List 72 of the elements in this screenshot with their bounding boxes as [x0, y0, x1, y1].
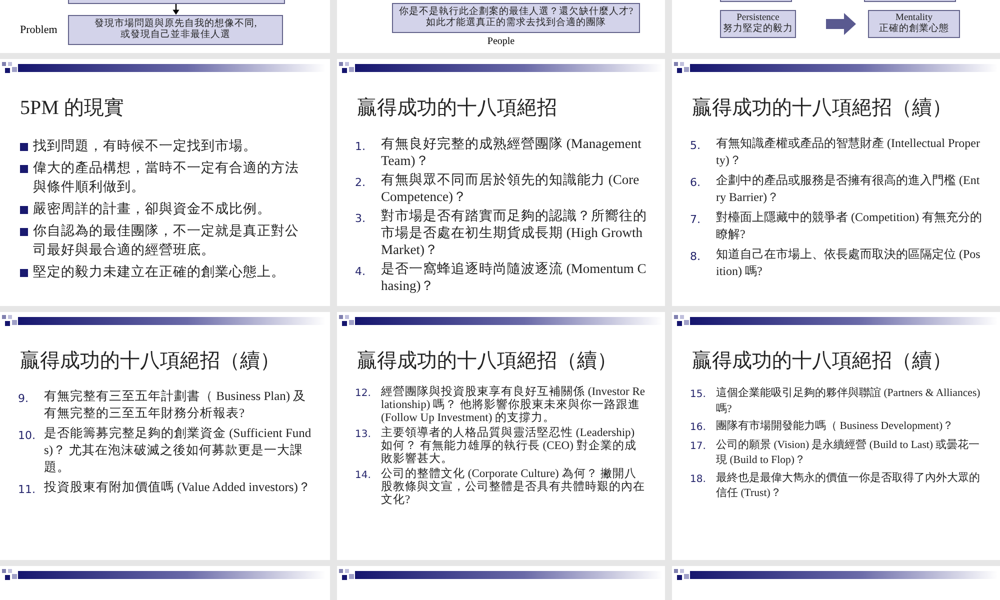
item-text: 這個企業能吸引足夠的夥伴與聯誼 (Partners & Alliances) 嗎? [716, 386, 982, 416]
down-arrow-icon [171, 4, 181, 15]
item-text: 對檯面上隱藏中的競爭者 (Competition) 有無充分的瞭解? [716, 209, 982, 243]
item-number: 4. [355, 264, 366, 280]
item-number: 11. [18, 482, 36, 498]
item-number: 15. [690, 388, 707, 402]
item-number: 14. [355, 469, 372, 482]
item-number: 8. [690, 249, 702, 265]
slide-thumbnail[interactable]: Persistence 努力堅定的毅力 Mentality 正確的創業心態 [672, 0, 1000, 53]
item-number: 7. [690, 212, 702, 228]
item-text: 主要領導者的人格品質與靈活堅忍性 (Leadership) 如何？ 有無能力雄厚的執行長 (CEO) 對企業的成敗影響甚大。 [381, 427, 638, 466]
slide-thumbnail[interactable] [337, 312, 665, 560]
diagram-label: Problem [19, 24, 58, 36]
slide-thumbnail[interactable]: 贏得成功的十八項絕招 1. 有無良好完整的成熟經營團隊 (Management Team)？ 2. 有無與眾不同而居於領先的知識能力 (Core Competence)？ 3. 對市場是否有踏實而足夠的認識？所嚮往的市場是否處在初生期貨成長期 (High Growth Market)？ 4. 是否一窩蜂追逐時尚隨波逐流 (Momentum Chasing)？ [337, 59, 665, 306]
slide-title: 贏得成功的十八項絕招（續） [692, 349, 952, 374]
slide-thumbnail[interactable] [0, 566, 330, 600]
right-arrow-icon [826, 13, 856, 35]
bullet-icon [20, 143, 28, 151]
slide-thumbnail[interactable] [672, 312, 1000, 560]
slide-title: 5PM 的現實 [20, 96, 124, 121]
bullet-icon [20, 206, 28, 214]
bullet-text: 偉大的產品構想，當時不一定有合適的方法與條件順利做到。 [33, 159, 300, 197]
diagram-box: Persistence 努力堅定的毅力 [720, 10, 796, 38]
bullet-text: 堅定的毅力未建立在正確的創業心態上。 [33, 263, 285, 282]
diagram-box: 你是不是執行此企劃案的最佳人選？還欠缺什麼人才? 如此才能選真正的需求去找到合適的團隊 [392, 3, 640, 33]
slide-thumbnail[interactable]: Problem 發現市場問題與原先自我的想像不同, 或發現自己並非最佳人選 [0, 0, 330, 53]
item-number: 10. [18, 428, 36, 444]
item-text: 是否一窩蜂追逐時尚隨波逐流 (Momentum Chasing)？ [381, 260, 647, 294]
slide-title: 贏得成功的十八項絕招（續） [692, 96, 952, 121]
item-number: 16. [690, 421, 707, 435]
item-text: 企劃中的產品或服務是否擁有很高的進入門檻 (Entry Barrier)？ [716, 172, 981, 206]
item-number: 5. [690, 138, 702, 154]
diagram-label: People [487, 36, 515, 47]
slide-thumbnail[interactable] [672, 566, 1000, 600]
bullet-text: 找到問題，有時候不一定找到市場。 [33, 137, 257, 156]
item-text: 有無完整有三至五年計劃書（ Business Plan) 及有無完整的三至五年財務分析報表? [44, 388, 308, 422]
item-text: 投資股東有附加價值嗎 (Value Added investors)？ [44, 479, 311, 496]
item-text: 公司的整體文化 (Corporate Culture) 為何？ 撇開八股教條與文宣，公司整體是否具有共體時艱的內在文化? [381, 468, 646, 507]
item-text: 團隊有市場開發能力嗎（ Business Development)？ [716, 419, 954, 434]
slide-thumbnail[interactable] [337, 566, 665, 600]
item-number: 12. [355, 387, 372, 400]
item-text: 知道自己在市場上、依長處而取決的區隔定位 (Position) 嗎? [716, 246, 982, 280]
item-number: 1. [355, 139, 366, 155]
item-text: 公司的願景 (Vision) 是永續經營 (Build to Last) 或曇花一現 (Build to Flop)？ [716, 438, 981, 468]
slide-thumbnail[interactable]: 贏得成功的十八項絕招（續） 9. 有無完整有三至五年計劃書（ Business Plan) 及有無完整的三至五年財務分析報表? 10. 是否能籌募完整足夠的創業資金 (Sufficient Funds)？ 尤其在泡沫破滅之後如何募款更是一大課題。 11. 投資股東有附加價值嗎 (Value Added investors)？ [0, 312, 330, 560]
item-text: 最終也是最偉大雋永的價值一你是否取得了內外大眾的信任 (Trust)？ [716, 470, 981, 501]
item-number: 3. [355, 211, 366, 227]
slide-title: 贏得成功的十八項絕招（續） [20, 349, 280, 374]
item-text: 有無良好完整的成熟經營團隊 (Management Team)？ [381, 135, 642, 169]
slide-thumbnail[interactable]: 你是不是執行此企劃案的最佳人選？還欠缺什麼人才? 如此才能選真正的需求去找到合適的團隊 People [337, 0, 665, 53]
item-text: 有無知識產權或產品的智慧財產 (Intellectual Property)？ [716, 135, 981, 169]
item-number: 13. [355, 428, 372, 441]
bullet-icon [20, 269, 28, 277]
item-text: 是否能籌募完整足夠的創業資金 (Sufficient Funds)？ 尤其在泡沫破滅之後如何募款更是一大課題。 [44, 425, 312, 476]
bullet-icon [20, 228, 28, 236]
slide-thumbnail[interactable]: 贏得成功的十八項絕招（續） 5. 有無知識產權或產品的智慧財產 (Intellectual Property)？ 6. 企劃中的產品或服務是否擁有很高的進入門檻 (Entry Barrier)？ 7. 對檯面上隱藏中的競爭者 (Competition) 有無充分的瞭解? 8. 知道自己在市場上、依長處而取決的區隔定位 (Position) 嗎? [672, 59, 1000, 306]
item-number: 17. [690, 440, 707, 454]
bullet-text: 嚴密周詳的計畫，卻與資金不成比例。 [33, 200, 271, 219]
bullet-text: 你自認為的最佳團隊，不一定就是真正對公司最好與最合適的經營班底。 [33, 222, 300, 260]
slide-thumbnail[interactable]: 5PM 的現實 找到問題，有時候不一定找到市場。 偉大的產品構想，當時不一定有合適的方法與條件順利做到。 嚴密周詳的計畫，卻與資金不成比例。 你自認為的最佳團隊，不一定就是真正對公司最好與最合適的經營班底。 堅定的毅力未建立在正確的創業心態上。 [0, 59, 330, 306]
item-text: 經營團隊與投資股東享有良好互補關係 (Investor Relationship) 嗎？ 他將影響你股東未來與你一路跟進 (Follow Up Investment) 的支撐力。 [381, 386, 646, 425]
slide-title: 贏得成功的十八項絕招 [357, 96, 557, 121]
item-text: 對市場是否有踏實而足夠的認識？所嚮往的市場是否處在初生期貨成長期 (High Growth Market)？ [381, 207, 647, 258]
item-number: 18. [690, 472, 707, 486]
bullet-icon [20, 165, 28, 173]
item-number: 9. [18, 391, 30, 407]
item-number: 2. [355, 175, 366, 191]
diagram-box: 發現市場問題與原先自我的想像不同, 或發現自己並非最佳人選 [68, 15, 283, 45]
slide-title: 贏得成功的十八項絕招（續） [357, 349, 617, 374]
item-text: 有無與眾不同而居於領先的知識能力 (Core Competence)？ [381, 171, 640, 205]
diagram-box: Mentality 正確的創業心態 [868, 10, 960, 38]
item-number: 6. [690, 175, 702, 191]
